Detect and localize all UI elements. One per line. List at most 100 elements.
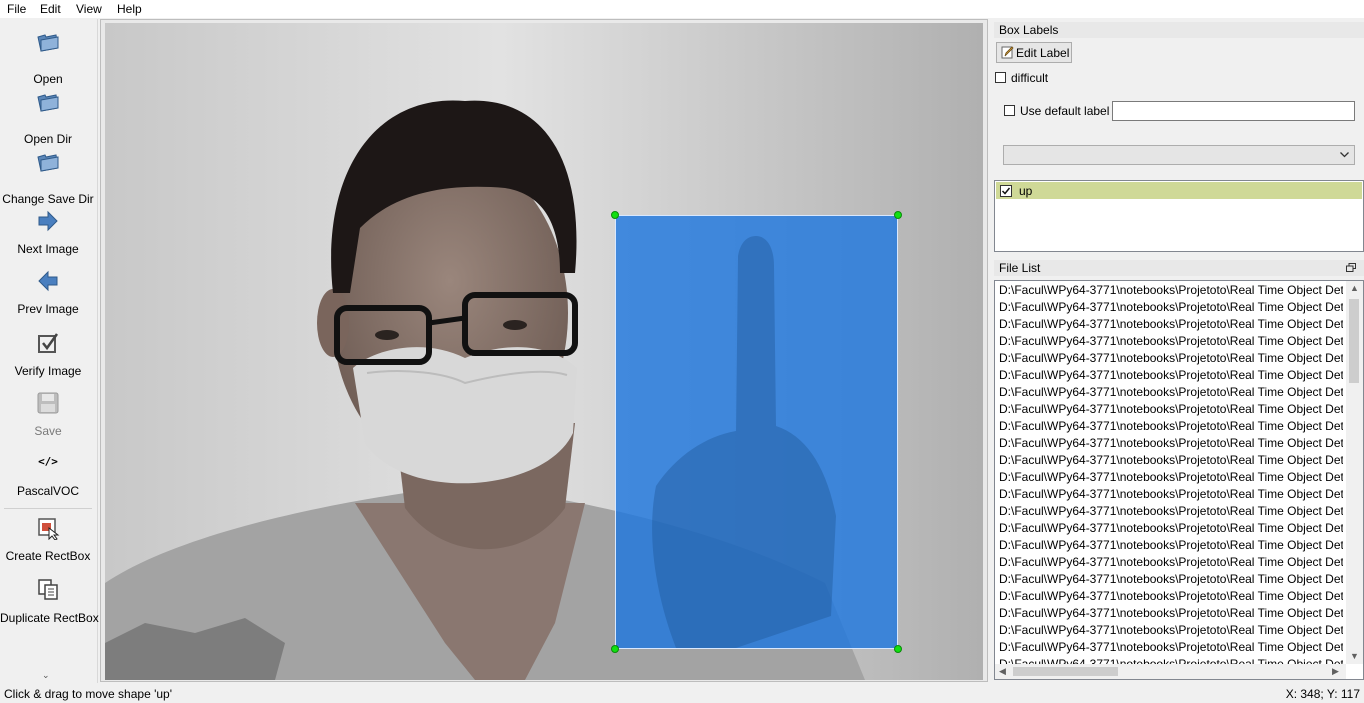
bbox-handle-top-left[interactable]	[611, 211, 619, 219]
file-list-item[interactable]: D:\Facul\WPy64-3771\notebooks\Projetoto\…	[999, 282, 1343, 299]
edit-pencil-icon	[1001, 46, 1014, 59]
open-dir-button[interactable]: Open Dir	[0, 87, 96, 146]
file-list-horizontal-scrollbar[interactable]: ◀ ▶	[995, 664, 1346, 679]
file-list-item[interactable]: D:\Facul\WPy64-3771\notebooks\Projetoto\…	[999, 401, 1343, 418]
change-save-dir-button[interactable]: Change Save Dir	[0, 147, 96, 206]
file-list-item[interactable]: D:\Facul\WPy64-3771\notebooks\Projetoto\…	[999, 486, 1343, 503]
file-list-item[interactable]: D:\Facul\WPy64-3771\notebooks\Projetoto\…	[999, 418, 1343, 435]
box-labels-title: Box Labels	[999, 23, 1059, 37]
folder-open-icon	[37, 94, 59, 112]
save-label: Save	[34, 424, 62, 438]
format-button[interactable]: </> PascalVOC	[0, 451, 96, 503]
menu-help[interactable]: Help	[117, 2, 142, 16]
folder-open-icon	[37, 34, 59, 52]
file-list-item[interactable]: D:\Facul\WPy64-3771\notebooks\Projetoto\…	[999, 367, 1343, 384]
file-list-title: File List	[999, 261, 1041, 275]
file-list-item[interactable]: D:\Facul\WPy64-3771\notebooks\Projetoto\…	[999, 605, 1343, 622]
box-labels-dock-title: Box Labels	[994, 22, 1364, 38]
toolbar: Open Open Dir Change Save Dir Next Image…	[0, 19, 99, 683]
prev-image-button[interactable]: Prev Image	[0, 267, 96, 321]
next-image-label: Next Image	[17, 242, 79, 256]
checkbox-checked-icon	[38, 333, 59, 353]
file-list-item[interactable]: D:\Facul\WPy64-3771\notebooks\Projetoto\…	[999, 571, 1343, 588]
prev-image-label: Prev Image	[17, 302, 79, 316]
duplicate-rectbox-button[interactable]: Duplicate RectBox	[0, 575, 99, 627]
change-save-dir-label: Change Save Dir	[2, 192, 94, 206]
save-button[interactable]: Save	[0, 389, 96, 443]
status-message: Click & drag to move shape 'up'	[4, 687, 172, 701]
create-rectbox-label: Create RectBox	[5, 549, 91, 563]
arrow-right-icon	[38, 210, 58, 232]
folder-open-icon	[37, 154, 59, 172]
rectbox-draw-icon	[38, 518, 60, 540]
toolbar-more-icon[interactable]: ⌄	[42, 670, 50, 681]
status-bar: Click & drag to move shape 'up' X: 348; …	[0, 684, 1364, 703]
menu-edit[interactable]: Edit	[40, 2, 61, 16]
float-window-icon[interactable]	[1346, 263, 1356, 272]
create-rectbox-button[interactable]: Create RectBox	[0, 514, 96, 566]
file-list-item[interactable]: D:\Facul\WPy64-3771\notebooks\Projetoto\…	[999, 656, 1343, 664]
verify-image-button[interactable]: Verify Image	[0, 329, 96, 383]
file-list-item[interactable]: D:\Facul\WPy64-3771\notebooks\Projetoto\…	[999, 503, 1343, 520]
default-label-input[interactable]	[1112, 101, 1355, 121]
difficult-checkbox[interactable]	[995, 72, 1006, 83]
code-icon: </>	[38, 455, 58, 468]
checkmark-icon	[1001, 187, 1011, 195]
vertical-scroll-thumb[interactable]	[1349, 299, 1359, 383]
file-list-item[interactable]: D:\Facul\WPy64-3771\notebooks\Projetoto\…	[999, 435, 1343, 452]
file-list-item[interactable]: D:\Facul\WPy64-3771\notebooks\Projetoto\…	[999, 639, 1343, 656]
duplicate-rectbox-label: Duplicate RectBox	[0, 611, 99, 625]
file-list-dock-title: File List	[994, 260, 1364, 276]
file-list-item[interactable]: D:\Facul\WPy64-3771\notebooks\Projetoto\…	[999, 299, 1343, 316]
file-list-item[interactable]: D:\Facul\WPy64-3771\notebooks\Projetoto\…	[999, 452, 1343, 469]
open-dir-label: Open Dir	[23, 132, 73, 146]
label-combo-box[interactable]	[1003, 145, 1355, 165]
file-list-items: D:\Facul\WPy64-3771\notebooks\Projetoto\…	[995, 281, 1343, 664]
arrow-left-icon	[38, 270, 58, 292]
next-image-button[interactable]: Next Image	[0, 207, 96, 261]
bbox-handle-bottom-right[interactable]	[894, 645, 902, 653]
cursor-coordinates: X: 348; Y: 117	[1285, 687, 1360, 701]
bounding-box-up[interactable]	[615, 215, 898, 649]
file-list[interactable]: D:\Facul\WPy64-3771\notebooks\Projetoto\…	[994, 280, 1364, 680]
file-list-item[interactable]: D:\Facul\WPy64-3771\notebooks\Projetoto\…	[999, 537, 1343, 554]
verify-image-label: Verify Image	[14, 364, 82, 378]
use-default-label-text: Use default label	[1020, 104, 1110, 118]
label-up-text: up	[1019, 184, 1033, 198]
bbox-handle-bottom-left[interactable]	[611, 645, 619, 653]
file-list-item[interactable]: D:\Facul\WPy64-3771\notebooks\Projetoto\…	[999, 333, 1343, 350]
open-button[interactable]: Open	[0, 27, 96, 86]
box-labels-panel: Edit Label difficult Use default label u…	[994, 39, 1364, 256]
bbox-handle-top-right[interactable]	[894, 211, 902, 219]
use-default-label-checkbox[interactable]	[1004, 105, 1015, 116]
edit-label-text: Edit Label	[1016, 46, 1070, 60]
label-up-checkbox[interactable]	[1000, 185, 1012, 197]
menu-bar: File Edit View Help	[0, 0, 1364, 18]
edit-label-button[interactable]: Edit Label	[996, 42, 1072, 63]
scroll-up-icon[interactable]: ▲	[1350, 283, 1359, 293]
label-list[interactable]: up	[994, 180, 1364, 252]
difficult-label: difficult	[1011, 71, 1049, 85]
copy-icon	[38, 579, 58, 600]
file-list-item[interactable]: D:\Facul\WPy64-3771\notebooks\Projetoto\…	[999, 469, 1343, 486]
file-list-item[interactable]: D:\Facul\WPy64-3771\notebooks\Projetoto\…	[999, 588, 1343, 605]
file-list-item[interactable]: D:\Facul\WPy64-3771\notebooks\Projetoto\…	[999, 554, 1343, 571]
open-label: Open	[33, 72, 63, 86]
format-label: PascalVOC	[16, 484, 80, 498]
horizontal-scroll-thumb[interactable]	[1013, 667, 1118, 676]
file-list-item[interactable]: D:\Facul\WPy64-3771\notebooks\Projetoto\…	[999, 384, 1343, 401]
file-list-vertical-scrollbar[interactable]: ▲ ▼	[1346, 281, 1363, 664]
floppy-disk-icon	[37, 392, 59, 414]
file-list-item[interactable]: D:\Facul\WPy64-3771\notebooks\Projetoto\…	[999, 622, 1343, 639]
menu-view[interactable]: View	[76, 2, 102, 16]
file-list-item[interactable]: D:\Facul\WPy64-3771\notebooks\Projetoto\…	[999, 350, 1343, 367]
file-list-item[interactable]: D:\Facul\WPy64-3771\notebooks\Projetoto\…	[999, 316, 1343, 333]
scroll-left-icon[interactable]: ◀	[999, 666, 1006, 677]
label-list-item-up[interactable]: up	[996, 182, 1362, 199]
menu-file[interactable]: File	[7, 2, 26, 16]
scroll-right-icon[interactable]: ▶	[1332, 666, 1339, 677]
hand-shape-image	[652, 236, 836, 648]
file-list-item[interactable]: D:\Facul\WPy64-3771\notebooks\Projetoto\…	[999, 520, 1343, 537]
toolbar-separator	[4, 508, 92, 509]
scroll-down-icon[interactable]: ▼	[1350, 651, 1359, 661]
